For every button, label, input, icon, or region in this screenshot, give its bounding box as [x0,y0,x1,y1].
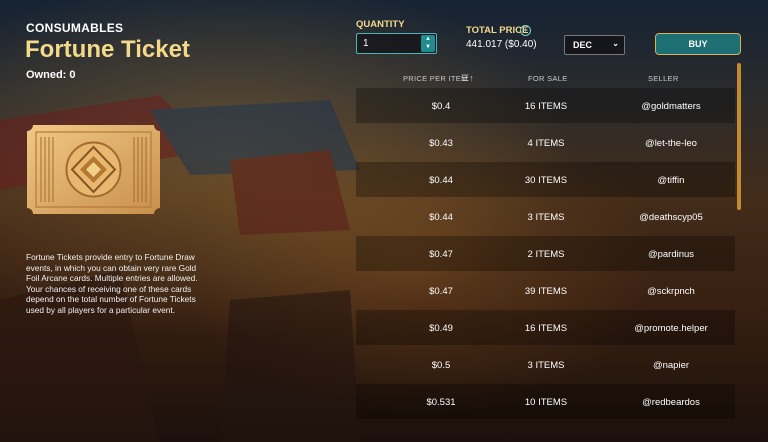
for-sale-cell: 3 ITEMS [527,212,565,223]
item-description: Fortune Tickets provide entry to Fortune… [26,252,198,315]
seller-cell: @redbeardos [642,397,700,408]
info-icon[interactable]: i [520,25,531,36]
price-cell: $0.531 [426,397,456,408]
table-row[interactable]: $0.531 10 ITEMS @redbeardos [356,384,735,419]
for-sale-cell: 2 ITEMS [527,249,565,260]
table-row[interactable]: $0.4 16 ITEMS @goldmatters [356,88,735,123]
column-header-for-sale: FOR SALE [528,74,568,83]
increment-icon[interactable]: ▲ [421,35,435,43]
fortune-ticket-icon [27,125,160,214]
table-row[interactable]: $0.43 4 ITEMS @let-the-leo [356,125,735,160]
currency-selected-value: DEC [573,40,593,50]
price-cell: $0.47 [429,249,453,260]
seller-cell: @pardinus [647,249,695,260]
listings-table: $0.4 16 ITEMS @goldmatters $0.43 4 ITEMS… [356,88,735,442]
total-price-value: 441.017 ($0.40) [466,39,537,50]
column-header-seller: SELLER [648,74,679,83]
table-row[interactable]: $0.44 30 ITEMS @tiffin [356,162,735,197]
price-cell: $0.49 [429,323,453,334]
seller-cell: @sckrpnch [647,286,695,297]
price-cell: $0.4 [431,101,451,112]
price-cell: $0.43 [429,138,453,149]
quantity-stepper[interactable]: ▲ ▼ [421,35,435,52]
buy-button[interactable]: BUY [655,33,741,55]
quantity-label: QUANTITY [356,19,405,30]
total-price-label: TOTAL PRICE [466,25,529,36]
for-sale-cell: 10 ITEMS [524,397,568,408]
table-row[interactable]: $0.49 16 ITEMS @promote.helper [356,310,735,345]
category-label: CONSUMABLES [26,21,124,35]
chevron-down-icon: ⌄ [612,39,619,48]
table-row[interactable]: $0.47 2 ITEMS @pardinus [356,236,735,271]
item-title: Fortune Ticket [25,36,190,63]
for-sale-cell: 3 ITEMS [527,360,565,371]
price-cell: $0.47 [429,286,453,297]
table-scrollbar[interactable] [737,63,741,210]
price-cell: $0.5 [431,360,451,371]
seller-cell: @goldmatters [641,101,701,112]
decrement-icon[interactable]: ▼ [421,43,435,51]
seller-cell: @let-the-leo [645,138,697,149]
table-row[interactable]: $0.47 39 ITEMS @sckrpnch [356,273,735,308]
for-sale-cell: 39 ITEMS [524,286,568,297]
quantity-field: ▲ ▼ [356,33,437,54]
for-sale-cell: 4 ITEMS [527,138,565,149]
seller-cell: @deathscyp05 [639,212,703,223]
currency-select[interactable]: DEC ⌄ [564,35,625,55]
for-sale-cell: 16 ITEMS [524,323,568,334]
for-sale-cell: 16 ITEMS [524,101,568,112]
price-cell: $0.44 [429,212,453,223]
seller-cell: @promote.helper [634,323,708,334]
table-row[interactable]: $0.5 3 ITEMS @napier [356,347,735,382]
quantity-input[interactable] [363,36,413,50]
seller-cell: @napier [652,360,690,371]
for-sale-cell: 30 ITEMS [524,175,568,186]
sort-icon[interactable]: ☰↑ [461,73,474,84]
owned-count: Owned: 0 [26,69,76,81]
column-header-price[interactable]: PRICE PER ITEM [403,74,468,83]
seller-cell: @tiffin [657,175,685,186]
price-cell: $0.44 [429,175,453,186]
table-row[interactable]: $0.44 3 ITEMS @deathscyp05 [356,199,735,234]
